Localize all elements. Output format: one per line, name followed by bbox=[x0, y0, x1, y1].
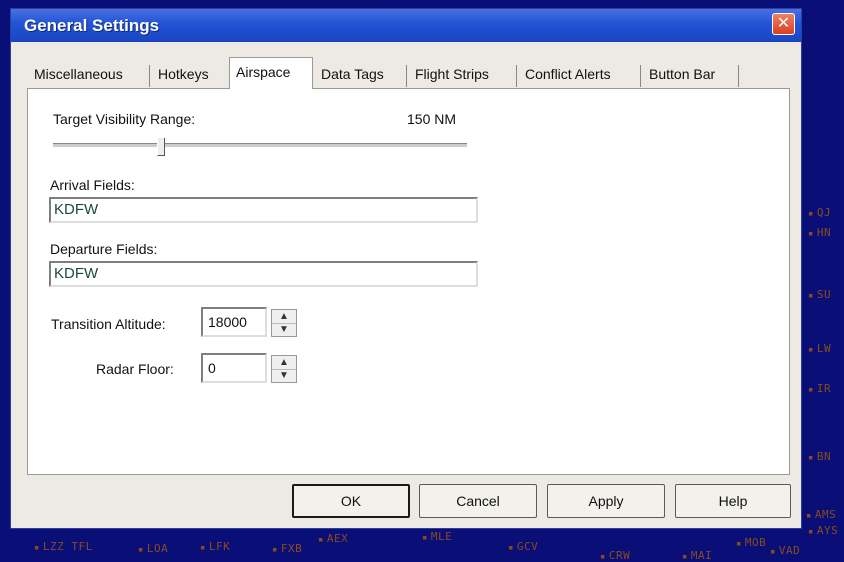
target-visibility-label: Target Visibility Range: bbox=[53, 111, 196, 127]
arrival-fields-input[interactable]: KDFW bbox=[49, 197, 478, 223]
radar-label: AMS bbox=[806, 508, 836, 521]
radar-label: HN bbox=[808, 226, 831, 239]
transition-altitude-spinner: 18000 ▲ ▼ bbox=[201, 307, 297, 337]
radar-label: MLE bbox=[422, 530, 452, 543]
radar-label: AEX bbox=[318, 532, 348, 545]
radar-floor-spinner: 0 ▲ ▼ bbox=[201, 353, 297, 383]
arrival-fields-label: Arrival Fields: bbox=[50, 177, 135, 193]
visibility-slider-track[interactable] bbox=[53, 143, 467, 148]
tab-divider bbox=[516, 65, 517, 87]
departure-fields-label: Departure Fields: bbox=[50, 241, 158, 257]
increment-button[interactable]: ▲ bbox=[272, 310, 296, 324]
radar-label: BN bbox=[808, 450, 831, 463]
radar-floor-input[interactable]: 0 bbox=[201, 353, 267, 383]
dialog-title: General Settings bbox=[24, 16, 160, 35]
radar-label: FXB bbox=[272, 542, 302, 555]
radar-label: AYS bbox=[808, 524, 838, 537]
help-button[interactable]: Help bbox=[675, 484, 791, 518]
decrement-button[interactable]: ▼ bbox=[272, 369, 296, 382]
tab-divider bbox=[149, 65, 150, 87]
tab-airspace[interactable]: Airspace bbox=[229, 57, 313, 89]
visibility-slider-thumb[interactable] bbox=[157, 138, 165, 156]
tab-button-bar[interactable]: Button Bar bbox=[643, 61, 735, 87]
radar-label: QJ bbox=[808, 206, 831, 219]
decrement-button[interactable]: ▼ bbox=[272, 323, 296, 336]
increment-button[interactable]: ▲ bbox=[272, 356, 296, 370]
radar-label: GCV bbox=[508, 540, 538, 553]
transition-altitude-input[interactable]: 18000 bbox=[201, 307, 267, 337]
general-settings-dialog: General Settings ✕ Miscellaneous Hotkeys… bbox=[10, 8, 802, 529]
tab-divider bbox=[406, 65, 407, 87]
radar-label: MOB bbox=[736, 536, 766, 549]
tab-hotkeys[interactable]: Hotkeys bbox=[152, 61, 226, 87]
radar-label: MAI bbox=[682, 549, 712, 562]
cancel-button[interactable]: Cancel bbox=[419, 484, 537, 518]
radar-label: LZZ TFL bbox=[34, 540, 93, 553]
spinner-buttons: ▲ ▼ bbox=[271, 309, 297, 337]
ok-button[interactable]: OK bbox=[292, 484, 410, 518]
tab-flight-strips[interactable]: Flight Strips bbox=[409, 61, 513, 87]
tab-divider bbox=[738, 65, 739, 87]
radar-label: LFK bbox=[200, 540, 230, 553]
radar-label: IR bbox=[808, 382, 831, 395]
radar-label: CRW bbox=[600, 549, 630, 562]
tab-conflict-alerts[interactable]: Conflict Alerts bbox=[519, 61, 637, 87]
radar-floor-label: Radar Floor: bbox=[96, 361, 174, 377]
radar-label: VAD bbox=[770, 544, 800, 557]
tab-data-tags[interactable]: Data Tags bbox=[315, 61, 403, 87]
title-bar[interactable]: General Settings ✕ bbox=[11, 9, 801, 42]
close-icon: ✕ bbox=[776, 15, 791, 32]
tab-miscellaneous[interactable]: Miscellaneous bbox=[28, 61, 146, 87]
radar-label: SU bbox=[808, 288, 831, 301]
radar-label: LOA bbox=[138, 542, 168, 555]
apply-button[interactable]: Apply bbox=[547, 484, 665, 518]
tab-divider bbox=[640, 65, 641, 87]
radar-label: LW bbox=[808, 342, 831, 355]
departure-fields-input[interactable]: KDFW bbox=[49, 261, 478, 287]
target-visibility-value: 150 NM bbox=[407, 111, 457, 127]
close-button[interactable]: ✕ bbox=[772, 13, 795, 35]
spinner-buttons: ▲ ▼ bbox=[271, 355, 297, 383]
transition-altitude-label: Transition Altitude: bbox=[51, 316, 166, 332]
